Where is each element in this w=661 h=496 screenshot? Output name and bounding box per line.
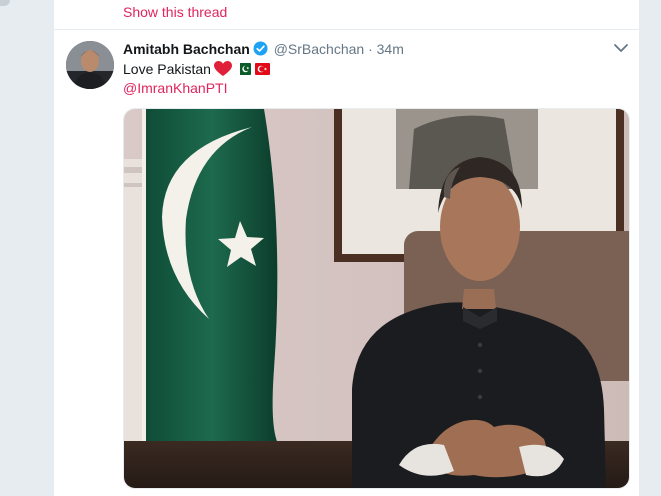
tweet-text-body: Love Pakistan — [123, 61, 211, 77]
timeline: Show this thread Amitabh Bachchan @SrBac… — [53, 0, 640, 496]
author-name[interactable]: Amitabh Bachchan — [123, 41, 250, 57]
author-handle[interactable]: @SrBachchan — [274, 41, 364, 57]
avatar-image — [66, 41, 114, 89]
tweet-photo-image — [124, 109, 629, 488]
thread-row: Show this thread — [54, 0, 639, 30]
tweet-timestamp[interactable]: 34m — [377, 41, 404, 57]
gutter-decoration — [0, 0, 10, 6]
show-thread-link[interactable]: Show this thread — [123, 4, 227, 20]
avatar[interactable] — [66, 41, 114, 89]
mention-link[interactable]: @ImranKhanPTI — [123, 80, 227, 96]
right-edge — [640, 0, 661, 496]
pakistan-flag-icon — [235, 63, 251, 75]
tweet-photo[interactable] — [123, 108, 630, 489]
tweet-header: Amitabh Bachchan @SrBachchan · 34m — [123, 41, 404, 59]
turkey-flag-icon — [254, 63, 270, 75]
tweet[interactable]: Amitabh Bachchan @SrBachchan · 34m Love … — [54, 30, 639, 496]
red-heart-icon — [213, 61, 232, 76]
chevron-down-icon[interactable] — [613, 42, 629, 54]
left-gutter — [0, 0, 53, 496]
separator-dot: · — [368, 41, 373, 57]
tweet-text: Love Pakistan — [123, 60, 270, 79]
verified-badge-icon — [253, 41, 268, 56]
